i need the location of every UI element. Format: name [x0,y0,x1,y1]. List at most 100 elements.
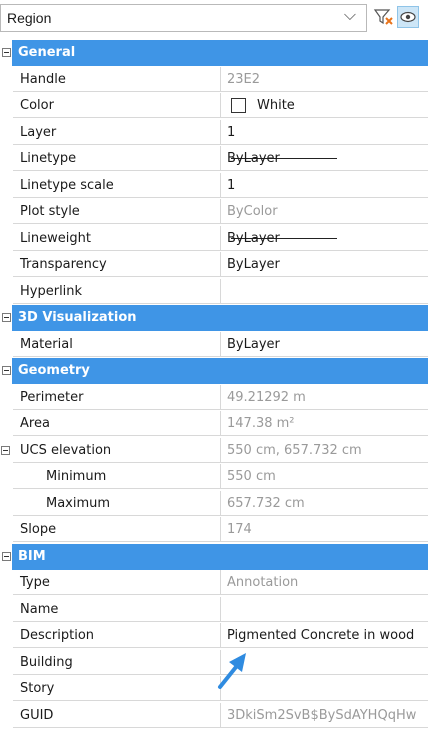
property-value-cell: 657.732 cm [221,491,428,516]
property-value-cell[interactable]: ByLayer [221,252,428,277]
property-value-cell[interactable]: ByLayer [221,332,428,357]
property-row-type[interactable]: Type Annotation [0,570,428,596]
property-row-layer[interactable]: Layer 1 [0,119,428,146]
property-name: Layer [20,124,57,140]
row-gutter [0,146,12,172]
property-row-linetype-scale[interactable]: Linetype scale 1 [0,172,428,199]
property-name: Minimum [46,469,107,484]
property-value-cell: 550 cm, 657.732 cm [221,438,428,463]
collapse-icon[interactable] [1,445,10,455]
section-header-3d-visualization[interactable]: 3D Visualization [0,305,428,331]
property-value-cell[interactable]: 1 [221,173,428,198]
property-name: Hyperlink [20,283,83,299]
property-value: 550 cm [227,469,276,484]
property-name: Plot style [20,204,80,219]
section-collapse-toggle[interactable] [0,40,12,66]
property-row-area[interactable]: Area 147.38 m² [0,411,428,437]
property-row-perimeter[interactable]: Perimeter 49.21292 m [0,384,428,411]
section-collapse-toggle[interactable] [0,543,12,570]
color-swatch [231,98,246,113]
property-row-name[interactable]: Name [0,596,428,623]
toggle-visibility-button[interactable] [397,6,419,28]
row-gutter [0,252,12,278]
property-row-guid[interactable]: GUID 3DkiSm2SvB$BySdAYHQqHw [0,702,428,729]
property-value-cell[interactable]: 1 [221,120,428,145]
property-name: Transparency [20,257,107,272]
property-value: 23E2 [227,71,261,87]
selection-type-dropdown[interactable]: Region ⌵ [0,4,367,32]
collapse-icon [2,313,11,322]
property-value-cell[interactable]: ByLayer [221,226,428,251]
property-value: 3DkiSm2SvB$BySdAYHQqHw [227,707,417,723]
property-row-slope[interactable]: Slope 174 [0,517,428,543]
property-row-color[interactable]: Color White [0,93,428,119]
property-name-cell: Linetype [13,146,221,171]
section-title: Geometry [18,363,90,378]
quick-select-filter-button[interactable] [372,6,394,28]
property-row-linetype[interactable]: Linetype ByLayer [0,146,428,172]
row-gutter [0,278,12,305]
property-name-cell: Minimum [13,464,221,489]
property-name: Perimeter [20,389,84,405]
property-row-plot-style[interactable]: Plot style ByColor [0,199,428,225]
property-row-transparency[interactable]: Transparency ByLayer [0,252,428,278]
section-header-geometry[interactable]: Geometry [0,358,428,384]
property-name-cell: Lineweight [13,225,221,251]
property-name-cell: Plot style [13,199,221,224]
section-collapse-toggle[interactable] [0,358,12,384]
row-gutter [0,225,12,252]
section-header-general[interactable]: General [0,40,428,66]
row-gutter [0,93,12,119]
property-row-material[interactable]: Material ByLayer [0,331,428,358]
property-value: 49.21292 m [227,389,306,405]
selection-type-value: Region [7,10,52,26]
property-value-cell[interactable] [221,597,428,622]
eye-icon [400,11,416,23]
row-gutter [0,490,12,517]
row-gutter [0,702,12,729]
property-value: Pigmented Concrete in wood [227,628,415,643]
filter-icon [373,9,393,25]
row-gutter [0,464,12,490]
row-gutter [0,570,12,596]
property-name-cell: GUID [13,702,221,728]
property-value-cell: 49.21292 m [221,385,428,410]
property-row-hyperlink[interactable]: Hyperlink [0,278,428,305]
row-gutter [0,66,12,93]
property-value: 174 [227,522,252,537]
property-name-cell: UCS elevation [13,437,221,463]
property-value: ByLayer [227,230,280,246]
property-row-lineweight[interactable]: Lineweight ByLayer [0,225,428,252]
pointer-arrow-icon [218,653,246,689]
property-value-cell: 23E2 [221,67,428,92]
property-value: 657.732 cm [227,495,305,511]
property-value: ByColor [227,204,278,219]
property-row-ucs-elevation[interactable]: UCS elevation 550 cm, 657.732 cm [0,437,428,464]
property-value-cell[interactable]: White [221,93,428,118]
row-gutter [0,199,12,225]
property-name-cell: Material [13,331,221,357]
property-row-handle[interactable]: Handle 23E2 [0,66,428,93]
row-gutter [0,384,12,411]
section-collapse-toggle[interactable] [0,305,12,331]
property-row-maximum[interactable]: Maximum 657.732 cm [0,490,428,517]
row-gutter [0,411,12,437]
row-gutter [0,649,12,676]
row-gutter [0,172,12,199]
row-gutter [0,596,12,623]
property-name: Linetype scale [20,177,114,193]
property-name-cell: Name [13,596,221,622]
property-name-cell: Story [13,676,221,701]
property-value: 1 [227,177,236,193]
property-name: Handle [20,71,66,87]
property-value-cell[interactable] [221,279,428,304]
collapse-icon [2,48,11,57]
property-name-cell: Perimeter [13,384,221,410]
property-name-cell: Description [13,623,221,648]
property-name: Color [20,98,54,113]
property-value-cell[interactable]: ByLayer [221,146,428,171]
property-value-cell: ByColor [221,199,428,224]
property-row-minimum[interactable]: Minimum 550 cm [0,464,428,490]
property-name-cell: Linetype scale [13,172,221,198]
section-header-bim[interactable]: BIM [0,543,428,570]
